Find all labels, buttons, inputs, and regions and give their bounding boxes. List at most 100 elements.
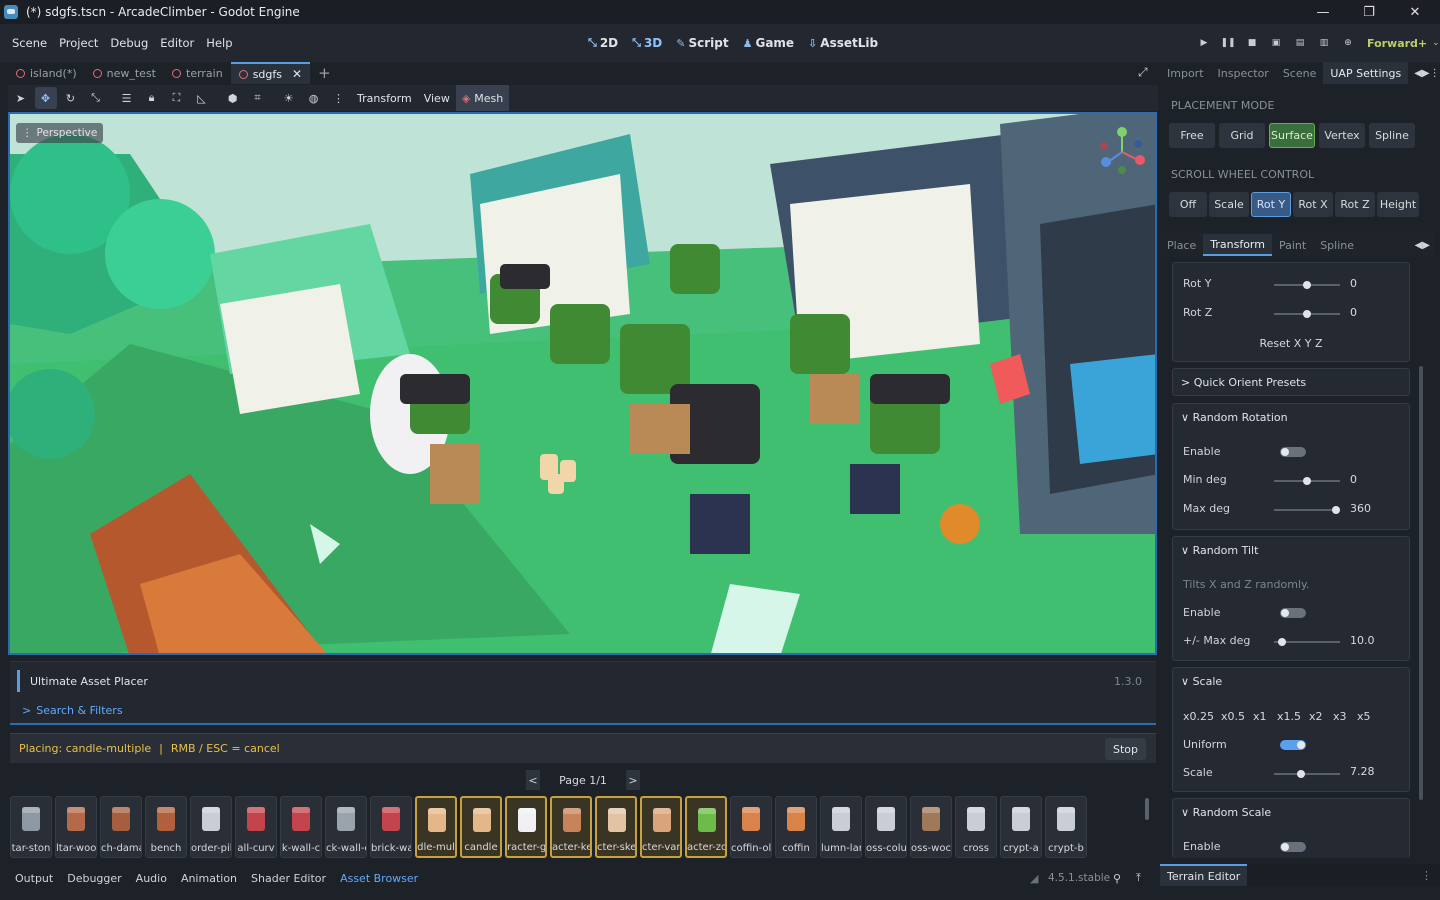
prev-page-button[interactable]: < [526, 770, 540, 790]
select-tool-icon[interactable]: ➤ [10, 87, 32, 109]
asset-tile[interactable]: ltar-woo [55, 796, 97, 858]
play-scene-icon[interactable]: ▤ [1289, 32, 1311, 54]
mode-free-button[interactable]: Free [1169, 123, 1215, 148]
random-tilt-toggle[interactable] [1280, 608, 1306, 618]
scroll-height-button[interactable]: Height [1377, 192, 1419, 217]
random-scale-toggle[interactable] [1280, 842, 1306, 852]
scroll-roty-button[interactable]: Rot Y [1251, 192, 1291, 217]
movie-maker-icon[interactable]: ⊕ [1337, 32, 1359, 54]
remote-debug-icon[interactable]: ▣ [1265, 32, 1287, 54]
asset-tile[interactable]: acter-zo [685, 796, 727, 858]
tab-animation[interactable]: Animation [174, 872, 244, 885]
scene-tab-active[interactable]: sdgfs ✕ [230, 62, 311, 84]
random-rotation-toggle[interactable] [1280, 447, 1306, 457]
list-select-icon[interactable]: ☰ [116, 87, 138, 109]
random-tilt-header[interactable]: ∨ Random Tilt [1181, 544, 1258, 557]
close-tab-icon[interactable]: ✕ [292, 67, 302, 81]
expand-panel-icon[interactable]: ⤒ [1136, 871, 1141, 885]
menu-project[interactable]: Project [53, 36, 104, 50]
scale-preset-button[interactable]: x2 [1309, 710, 1323, 723]
scale-tool-icon[interactable]: ⤡ [85, 87, 107, 109]
scale-slider[interactable] [1274, 770, 1340, 778]
rot-y-value[interactable]: 0 [1350, 277, 1357, 290]
asset-tile[interactable]: racter-g [505, 796, 547, 858]
subtab-place[interactable]: Place [1160, 234, 1203, 256]
sun-preview-icon[interactable]: ☀ [278, 87, 300, 109]
asset-tile[interactable]: k-wall-c [280, 796, 322, 858]
scale-preset-button[interactable]: x3 [1333, 710, 1347, 723]
quick-orient-header[interactable]: > Quick Orient Presets [1181, 376, 1306, 389]
snap-icon[interactable]: ⌗ [247, 87, 269, 109]
add-tab-icon[interactable]: + [310, 62, 339, 84]
asset-tile[interactable]: brick-wal [370, 796, 412, 858]
slider-knob[interactable] [1303, 281, 1311, 289]
mesh-menu[interactable]: ◈ Mesh [455, 85, 510, 111]
tab-inspector[interactable]: Inspector [1211, 62, 1276, 84]
move-tool-icon[interactable]: ✥ [34, 87, 57, 109]
screen-script-button[interactable]: ✎ Script [676, 36, 728, 50]
search-filters-toggle[interactable]: > Search & Filters [22, 704, 123, 717]
tab-uap-settings[interactable]: UAP Settings [1323, 62, 1409, 84]
asset-tile[interactable]: order-pill [190, 796, 232, 858]
max-deg-slider[interactable] [1274, 506, 1340, 514]
subtab-paint[interactable]: Paint [1272, 234, 1313, 256]
group-icon[interactable]: ⛶ [166, 87, 188, 109]
scene-tab[interactable]: new_test [85, 62, 164, 84]
asset-tile[interactable]: coffin-ol [730, 796, 772, 858]
asset-tile[interactable]: lumn-lar [820, 796, 862, 858]
rot-z-value[interactable]: 0 [1350, 306, 1357, 319]
stop-icon[interactable]: ■ [1241, 32, 1263, 54]
scroll-scale-button[interactable]: Scale [1209, 192, 1249, 217]
rot-y-slider[interactable] [1274, 281, 1340, 289]
asset-tile[interactable]: ck-wall-e [325, 796, 367, 858]
lock-icon[interactable]: 🔒︎ [141, 87, 163, 109]
min-deg-value[interactable]: 0 [1350, 473, 1357, 486]
tab-terrain-editor[interactable]: Terrain Editor [1160, 864, 1248, 886]
rotate-tool-icon[interactable]: ↻ [60, 87, 82, 109]
more-options-icon[interactable]: ⋮ [328, 87, 350, 109]
view-menu[interactable]: View [418, 92, 456, 105]
asset-tile[interactable]: crypt-b [1045, 796, 1087, 858]
renderer-select[interactable]: Forward+ [1367, 37, 1427, 50]
perspective-menu[interactable]: ⋮ Perspective [16, 123, 104, 143]
asset-tile[interactable]: cross [955, 796, 997, 858]
max-tilt-value[interactable]: 10.0 [1350, 634, 1375, 647]
tab-debugger[interactable]: Debugger [60, 872, 128, 885]
screen-assetlib-button[interactable]: ⇩ AssetLib [808, 36, 878, 50]
close-window-button[interactable]: ✕ [1392, 0, 1438, 24]
asset-tile[interactable]: bench [145, 796, 187, 858]
dock-scrollbar[interactable] [1419, 366, 1423, 800]
slider-knob[interactable] [1303, 477, 1311, 485]
slider-knob[interactable] [1297, 770, 1305, 778]
scale-value[interactable]: 7.28 [1350, 765, 1375, 778]
quick-orient-panel[interactable]: > Quick Orient Presets [1172, 368, 1410, 396]
asset-tile[interactable]: ch-dama [100, 796, 142, 858]
3d-viewport[interactable]: ⋮ Perspective [8, 112, 1157, 655]
menu-scene[interactable]: Scene [6, 36, 53, 50]
menu-help[interactable]: Help [200, 36, 238, 50]
tab-asset-browser[interactable]: Asset Browser [333, 872, 425, 885]
tab-output[interactable]: Output [8, 872, 60, 885]
scroll-rotz-button[interactable]: Rot Z [1335, 192, 1375, 217]
play-custom-icon[interactable]: ▥ [1313, 32, 1335, 54]
asset-tile[interactable]: dle-mul [415, 796, 457, 858]
asset-tile[interactable]: all-curv [235, 796, 277, 858]
scene-tab[interactable]: terrain [164, 62, 231, 84]
minimize-button[interactable]: — [1300, 0, 1346, 24]
scroll-rotx-button[interactable]: Rot X [1293, 192, 1333, 217]
scale-preset-button[interactable]: x5 [1357, 710, 1371, 723]
transform-menu[interactable]: Transform [351, 92, 418, 105]
scroll-off-button[interactable]: Off [1169, 192, 1207, 217]
subtab-arrows-icon[interactable]: ◀▶ [1415, 240, 1430, 251]
play-icon[interactable]: ▶ [1193, 32, 1215, 54]
mode-spline-button[interactable]: Spline [1369, 123, 1415, 148]
vertical-dots-icon[interactable]: ⋮ [1421, 869, 1432, 882]
screen-2d-button[interactable]: ⤡ 2D [588, 36, 618, 50]
pin-icon[interactable]: ⚲ [1113, 872, 1121, 885]
slider-knob[interactable] [1332, 506, 1340, 514]
distraction-free-icon[interactable]: ⤢ [1138, 65, 1148, 80]
slider-knob[interactable] [1303, 310, 1311, 318]
scale-preset-button[interactable]: x1 [1253, 710, 1267, 723]
stop-button[interactable]: Stop [1104, 738, 1146, 760]
uniform-toggle[interactable] [1280, 740, 1306, 750]
